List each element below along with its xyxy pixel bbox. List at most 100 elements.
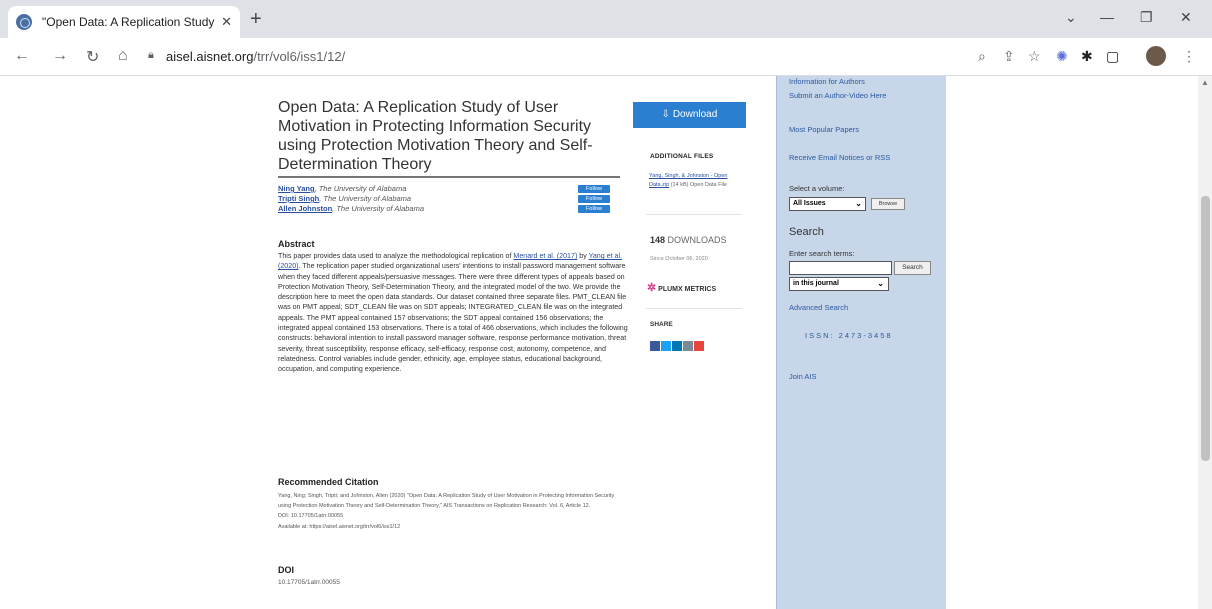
join-ais-link[interactable]: Join AIS [789, 372, 817, 381]
journal-sidebar: Information for Authors Submit an Author… [776, 76, 946, 609]
downloads-label: DOWNLOADS [665, 235, 727, 245]
additional-file: Yang, Singh, & Johnston - Open Data.zip … [649, 172, 745, 190]
author-list: Ning Yang, The University of Alabama Fol… [278, 184, 618, 214]
restore-window-icon[interactable]: ❐ [1140, 9, 1153, 26]
scrollbar-thumb[interactable] [1201, 196, 1210, 461]
url-domain: aisel.aisnet.org [166, 49, 254, 64]
advanced-search-link[interactable]: Advanced Search [789, 303, 848, 312]
browse-button[interactable]: Browse [871, 198, 905, 210]
scope-value: in this journal [793, 280, 839, 287]
browser-tab[interactable]: "Open Data: A Replication Study ✕ [8, 6, 240, 38]
divider [646, 214, 742, 215]
search-scope-select[interactable]: in this journal ⌄ [789, 277, 889, 291]
page-scrollbar[interactable]: ▲ [1198, 76, 1212, 609]
page-margin [946, 76, 1198, 609]
extensions-puzzle-icon[interactable]: ✱ [1081, 48, 1093, 65]
download-button[interactable]: ⇩ Download [633, 102, 746, 128]
abstract-pre: This paper provides data used to analyze… [278, 252, 514, 260]
volume-value: All Issues [793, 200, 826, 207]
back-arrow-icon[interactable]: ← [14, 47, 30, 65]
scroll-up-arrow-icon[interactable]: ▲ [1201, 78, 1209, 87]
author-affiliation: , The University of Alabama [314, 184, 407, 193]
profile-avatar[interactable] [1146, 46, 1166, 66]
citation-body: Yang, Ning; Singh, Tripti; and Johnston,… [278, 493, 615, 510]
close-window-icon[interactable]: ✕ [1180, 9, 1192, 26]
home-icon[interactable]: ⌂ [118, 47, 128, 65]
linkedin-icon[interactable] [672, 341, 682, 351]
downloads-number: 148 [650, 235, 666, 245]
share-heading: SHARE [650, 321, 673, 328]
browser-menu-icon[interactable]: ⋮ [1182, 48, 1196, 65]
plumx-label: PLUMX METRICS [658, 286, 717, 293]
search-input[interactable] [789, 261, 892, 275]
facebook-icon[interactable] [650, 341, 660, 351]
zoom-icon[interactable]: ⌕ [978, 48, 986, 65]
lock-icon[interactable]: 🔒︎ [148, 49, 154, 62]
side-panel-icon[interactable]: ▢ [1106, 48, 1119, 65]
article-side-column: ⇩ Download ADDITIONAL FILES Yang, Singh,… [632, 76, 747, 609]
more-share-icon[interactable] [694, 341, 704, 351]
abstract-heading: Abstract [278, 239, 315, 249]
title-divider [278, 176, 620, 178]
citation-text: Yang, Ning; Singh, Tripti; and Johnston,… [278, 491, 628, 532]
chevron-down-icon: ⌄ [855, 199, 862, 208]
bookmark-star-icon[interactable]: ☆ [1028, 48, 1041, 65]
share-page-icon[interactable]: ⇪ [1003, 48, 1015, 65]
author-link[interactable]: Allen Johnston [278, 204, 332, 213]
plumx-icon: ✲ [647, 282, 657, 294]
extension-gear-icon[interactable]: ✺ [1056, 48, 1068, 65]
citation-available: Available at: https://aisel.aisnet.org/t… [278, 523, 401, 530]
forward-arrow-icon[interactable]: → [52, 47, 68, 65]
reload-icon[interactable]: ↻ [86, 47, 99, 67]
issn-text: ISSN: 2473-3458 [805, 331, 893, 340]
address-bar[interactable]: aisel.aisnet.org/trr/vol6/iss1/12/ [166, 49, 345, 64]
citation-doi: DOI: 10.17705/1atrr.00055 [278, 513, 344, 520]
tab-title: "Open Data: A Replication Study [42, 15, 215, 29]
author-row: Tripti Singh, The University of Alabama … [278, 194, 618, 204]
downloads-count: 148 DOWNLOADS [650, 235, 727, 245]
search-terms-label: Enter search terms: [789, 249, 855, 258]
follow-button[interactable]: Follow [578, 195, 610, 203]
site-favicon-icon [16, 14, 32, 30]
chevron-down-icon: ⌄ [877, 279, 884, 288]
browser-tab-strip: "Open Data: A Replication Study ✕ + ⌄ — … [0, 0, 1212, 38]
author-affiliation: , The University of Alabama [319, 194, 412, 203]
article-title: Open Data: A Replication Study of User M… [278, 99, 593, 173]
url-path: /trr/vol6/iss1/12/ [253, 49, 346, 64]
author-row: Allen Johnston, The University of Alabam… [278, 204, 618, 214]
doi-value[interactable]: 10.17705/1atrr.00055 [278, 579, 340, 586]
citation-heading: Recommended Citation [278, 477, 379, 487]
abstract-reference-link[interactable]: Menard et al. (2017) [513, 252, 577, 260]
popular-papers-link[interactable]: Most Popular Papers [789, 125, 859, 134]
volume-select[interactable]: All Issues ⌄ [789, 197, 866, 211]
share-icons [650, 341, 704, 351]
abstract-mid: by [577, 252, 589, 260]
search-button[interactable]: Search [894, 261, 931, 275]
author-link[interactable]: Ning Yang [278, 184, 315, 193]
author-affiliation: , The University of Alabama [332, 204, 425, 213]
email-notices-link[interactable]: Receive Email Notices or RSS [789, 153, 890, 162]
follow-button[interactable]: Follow [578, 185, 610, 193]
browser-toolbar: ← → ↻ ⌂ 🔒︎ aisel.aisnet.org/trr/vol6/iss… [0, 38, 1212, 76]
divider [646, 308, 742, 309]
author-row: Ning Yang, The University of Alabama Fol… [278, 184, 618, 194]
abstract-text: This paper provides data used to analyze… [278, 251, 628, 375]
follow-button[interactable]: Follow [578, 205, 610, 213]
downloads-since: Since October 06, 2020 [650, 256, 708, 262]
twitter-icon[interactable] [661, 341, 671, 351]
additional-file-desc: (14 kB) Open Data File [669, 182, 727, 188]
additional-files-heading: ADDITIONAL FILES [650, 153, 714, 160]
doi-heading: DOI [278, 565, 295, 575]
email-icon[interactable] [683, 341, 693, 351]
tab-search-chevron-icon[interactable]: ⌄ [1065, 9, 1077, 26]
search-heading: Search [789, 226, 824, 238]
abstract-post: . The replication paper studied organiza… [278, 262, 628, 374]
tab-close-icon[interactable]: ✕ [221, 14, 232, 30]
minimize-window-icon[interactable]: — [1100, 9, 1114, 25]
author-link[interactable]: Tripti Singh [278, 194, 319, 203]
info-authors-link[interactable]: Information for Authors [789, 77, 865, 86]
new-tab-button[interactable]: + [250, 8, 262, 31]
select-volume-label: Select a volume: [789, 184, 845, 193]
submit-video-link[interactable]: Submit an Author-Video Here [789, 91, 886, 100]
plumx-metrics-link[interactable]: ✲ PLUMX METRICS [647, 281, 716, 294]
